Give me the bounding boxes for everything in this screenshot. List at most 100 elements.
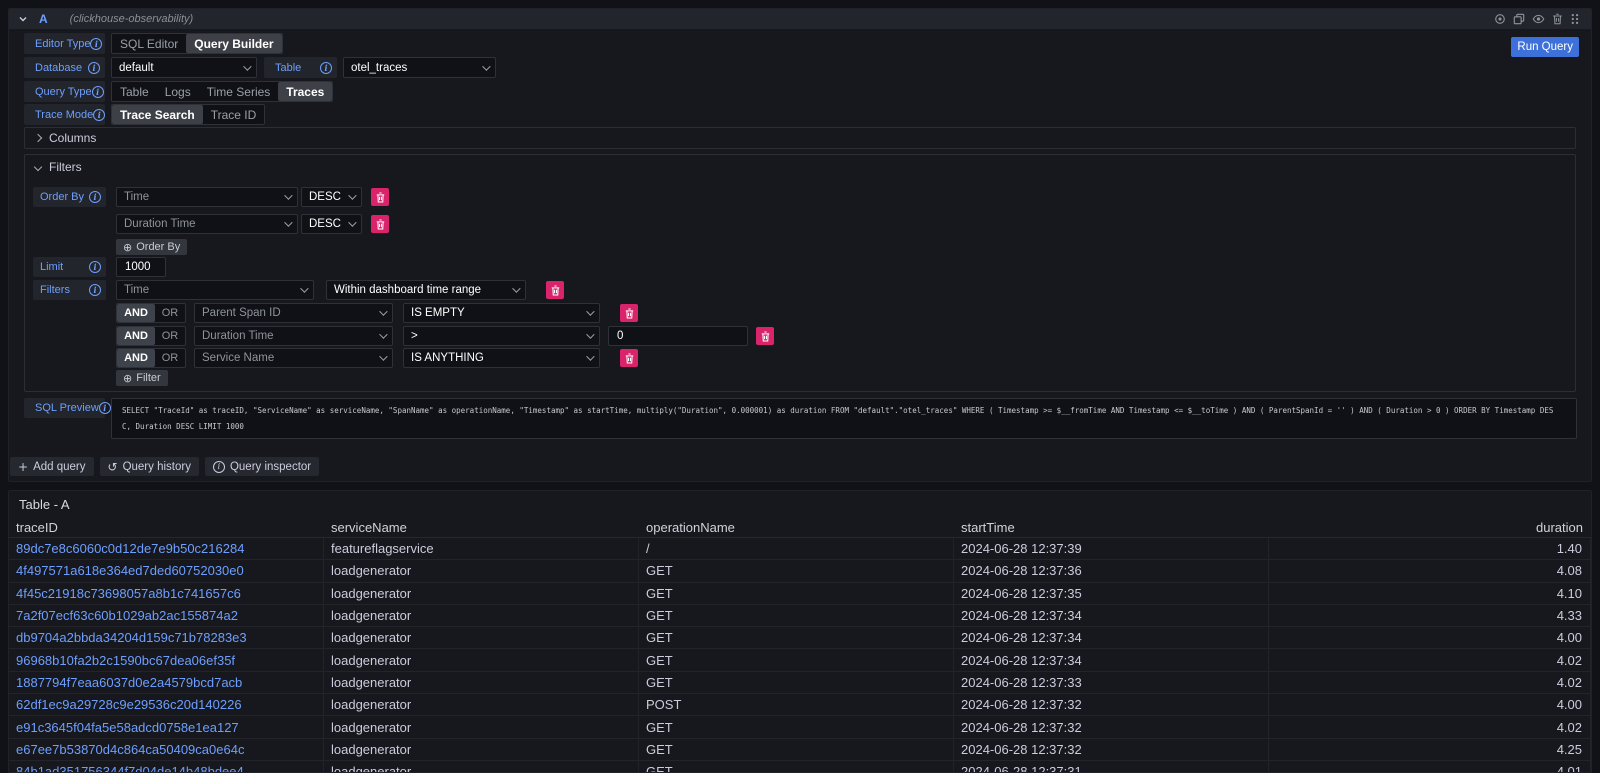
chevron-down-icon [482,62,490,70]
start-time-cell: 2024-06-28 12:37:34 [954,627,1269,649]
filters-section-header[interactable]: Filters [33,160,1567,174]
table-select[interactable]: otel_traces [343,57,496,78]
trace-id-link[interactable]: 96968b10fa2b2c1590bc67dea06ef35f [9,649,324,671]
column-header-servicename[interactable]: serviceName [324,517,639,538]
limit-input[interactable]: 1000 [116,257,166,277]
query-row-header[interactable]: A (clickhouse-observability) [9,9,1591,29]
filter-op-select[interactable]: > [403,326,600,346]
remove-filter-button[interactable] [546,281,564,299]
filter-field-select[interactable]: Duration Time [194,326,393,346]
operation-name-cell: GET [639,583,954,605]
remove-order-by-button[interactable] [371,215,389,233]
and-or-toggle[interactable]: ANDOR [116,326,186,346]
column-header-duration[interactable]: duration [1269,517,1591,538]
info-icon[interactable]: i [88,62,100,74]
option-trace-id[interactable]: Trace ID [203,105,265,124]
database-label: Database i [24,57,105,78]
order-by-field-select[interactable]: Duration Time [116,214,298,234]
add-order-by-button[interactable]: ⊕Order By [116,239,187,255]
table-row: 84b1ad351756344f7d04de14b48bdee4loadgene… [9,761,1591,773]
query-history-button[interactable]: ↺Query history [100,457,199,476]
filter-field-select[interactable]: Parent Span ID [194,303,393,323]
filter-op-select[interactable]: IS EMPTY [403,303,600,323]
trace-id-link[interactable]: 1887794f7eaa6037d0e2a4579bcd7acb [9,672,324,694]
trace-mode-switch: Trace SearchTrace ID [111,104,265,125]
query-ref-id: A [39,12,48,26]
trace-id-link[interactable]: 62df1ec9a29728c9e29536c20d140226 [9,694,324,716]
table-body: 89dc7e8c6060c0d12de7e9b50c216284featuref… [9,538,1591,773]
trace-id-link[interactable]: e91c3645f04fa5e58adcd0758e1ea127 [9,716,324,738]
remove-filter-button[interactable] [620,349,638,367]
start-time-cell: 2024-06-28 12:37:32 [954,716,1269,738]
record-icon[interactable] [1494,13,1506,25]
duration-cell: 4.02 [1269,672,1591,694]
filters-section: Filters Order By i Time DESC Duration Ti… [24,154,1576,392]
option-traces[interactable]: Traces [278,82,332,101]
info-icon[interactable]: i [89,284,101,296]
start-time-cell: 2024-06-28 12:37:36 [954,560,1269,582]
filter-field-select[interactable]: Time [116,280,314,300]
column-header-starttime[interactable]: startTime [954,517,1269,538]
trace-id-link[interactable]: 7a2f07ecf63c60b1029ab2ac155874a2 [9,605,324,627]
trace-id-link[interactable]: 4f497571a618e364ed7ded60752030e0 [9,560,324,582]
remove-filter-button[interactable] [756,327,774,345]
service-name-cell: loadgenerator [324,605,639,627]
chevron-down-icon [348,191,356,199]
trace-id-link[interactable]: 4f45c21918c73698057a8b1c741657c6 [9,583,324,605]
table-row: e91c3645f04fa5e58adcd0758e1ea127loadgene… [9,716,1591,738]
trace-id-link[interactable]: 84b1ad351756344f7d04de14b48bdee4 [9,761,324,773]
table-row: 89dc7e8c6060c0d12de7e9b50c216284featuref… [9,538,1591,560]
option-trace-search[interactable]: Trace Search [112,105,203,124]
database-select[interactable]: default [111,57,257,78]
filter-field-select[interactable]: Service Name [194,348,393,368]
run-query-button[interactable]: Run Query [1511,37,1579,57]
filter-value-input[interactable]: 0 [608,326,748,346]
option-logs[interactable]: Logs [157,82,199,101]
duration-cell: 4.08 [1269,560,1591,582]
filter-op-select[interactable]: IS ANYTHING [403,348,600,368]
start-time-cell: 2024-06-28 12:37:31 [954,761,1269,773]
trash-icon[interactable] [1552,13,1563,25]
column-header-operationname[interactable]: operationName [639,517,954,538]
option-sql-editor[interactable]: SQL Editor [112,34,186,53]
info-icon[interactable]: i [320,62,332,74]
collapse-chevron-icon[interactable] [19,15,27,23]
duplicate-icon[interactable] [1513,13,1525,25]
columns-section[interactable]: Columns [24,127,1576,149]
option-time-series[interactable]: Time Series [199,82,279,101]
option-query-builder[interactable]: Query Builder [186,34,281,53]
info-icon[interactable]: i [89,261,101,273]
columns-section-label: Columns [49,131,96,145]
trace-id-link[interactable]: e67ee7b53870d4c864ca50409ca0e64c [9,739,324,761]
and-or-toggle[interactable]: ANDOR [116,303,186,323]
order-by-dir-select[interactable]: DESC [301,187,362,207]
column-header-traceid[interactable]: traceID [9,517,324,538]
chevron-down-icon [300,284,308,292]
trace-id-link[interactable]: db9704a2bbda34204d159c71b78283e3 [9,627,324,649]
trace-mode-label: Trace Mode i [24,104,105,125]
add-query-button[interactable]: +Add query [10,457,94,476]
info-icon[interactable]: i [93,109,105,121]
info-icon[interactable]: i [92,86,104,98]
order-by-dir-select[interactable]: DESC [301,214,362,234]
query-type-label: Query Type i [24,81,105,102]
filter-op-select[interactable]: Within dashboard time range [326,280,526,300]
remove-filter-button[interactable] [620,304,638,322]
drag-handle-icon[interactable] [1570,13,1579,25]
table-header-row: traceID serviceName operationName startT… [9,517,1591,538]
info-icon[interactable]: i [99,402,111,414]
info-icon[interactable]: i [89,191,101,203]
option-table[interactable]: Table [112,82,157,101]
service-name-cell: loadgenerator [324,672,639,694]
table-row: 1887794f7eaa6037d0e2a4579bcd7acbloadgene… [9,672,1591,694]
and-or-toggle[interactable]: ANDOR [116,348,186,368]
eye-icon[interactable] [1532,13,1545,25]
trace-id-link[interactable]: 89dc7e8c6060c0d12de7e9b50c216284 [9,538,324,560]
order-by-field-select[interactable]: Time [116,187,298,207]
add-filter-button[interactable]: ⊕Filter [116,370,168,386]
info-icon[interactable]: i [90,38,102,50]
service-name-cell: loadgenerator [324,649,639,671]
remove-order-by-button[interactable] [371,188,389,206]
query-inspector-button[interactable]: iQuery inspector [205,457,319,476]
query-type-switch: TableLogsTime SeriesTraces [111,81,333,102]
